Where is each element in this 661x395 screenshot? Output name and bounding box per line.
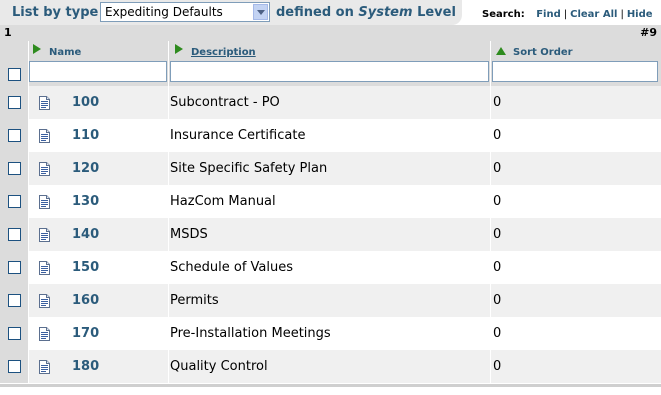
row-name-link[interactable]: 130 bbox=[72, 194, 99, 209]
list-header: List by type Expediting Defaults defined… bbox=[0, 0, 661, 25]
table-row[interactable]: 100 Subcontract - PO 0 bbox=[0, 86, 661, 119]
row-checkbox[interactable] bbox=[8, 96, 21, 109]
row-sort-order: 0 bbox=[493, 326, 502, 341]
filter-name-input[interactable] bbox=[29, 61, 167, 82]
separator: | bbox=[563, 9, 568, 20]
clear-all-link[interactable]: Clear All bbox=[570, 9, 617, 20]
document-icon[interactable] bbox=[39, 162, 50, 176]
column-description-header[interactable]: Description bbox=[191, 47, 256, 58]
list-page: List by type Expediting Defaults defined… bbox=[0, 0, 661, 395]
list-by-type-label: List by type bbox=[12, 5, 99, 20]
row-name-link[interactable]: 110 bbox=[72, 128, 99, 143]
row-checkbox[interactable] bbox=[8, 129, 21, 142]
row-checkbox[interactable] bbox=[8, 360, 21, 373]
row-checkbox[interactable] bbox=[8, 162, 21, 175]
row-name-link[interactable]: 120 bbox=[72, 161, 99, 176]
pager-bar: 1 #9 bbox=[0, 25, 661, 41]
defined-on-prefix: defined on bbox=[276, 5, 354, 20]
row-sort-order: 0 bbox=[493, 194, 502, 209]
table-footer bbox=[0, 384, 661, 395]
document-icon[interactable] bbox=[39, 327, 50, 341]
column-header-row: Name Description Sort Order bbox=[0, 41, 661, 61]
table-row[interactable]: 160 Permits 0 bbox=[0, 284, 661, 317]
row-description: Site Specific Safety Plan bbox=[170, 161, 328, 176]
row-description: MSDS bbox=[170, 227, 208, 242]
table-row[interactable]: 110 Insurance Certificate 0 bbox=[0, 119, 661, 152]
type-select[interactable]: Expediting Defaults bbox=[100, 2, 270, 22]
document-icon[interactable] bbox=[39, 261, 50, 275]
document-icon[interactable] bbox=[39, 195, 50, 209]
row-description: Quality Control bbox=[170, 359, 268, 374]
row-sort-order: 0 bbox=[493, 227, 502, 242]
row-checkbox[interactable] bbox=[8, 294, 21, 307]
row-name-link[interactable]: 180 bbox=[72, 359, 99, 374]
row-checkbox[interactable] bbox=[8, 195, 21, 208]
row-name-link[interactable]: 160 bbox=[72, 293, 99, 308]
document-icon[interactable] bbox=[39, 96, 50, 110]
table-row[interactable]: 130 HazCom Manual 0 bbox=[0, 185, 661, 218]
defined-on-label: defined on System Level bbox=[276, 5, 456, 20]
row-description: Pre-Installation Meetings bbox=[170, 326, 331, 341]
row-name-link[interactable]: 140 bbox=[72, 227, 99, 242]
column-sort-order-header[interactable]: Sort Order bbox=[513, 47, 573, 58]
sort-ascending-icon[interactable] bbox=[496, 47, 506, 55]
table-row[interactable]: 120 Site Specific Safety Plan 0 bbox=[0, 152, 661, 185]
hide-link[interactable]: Hide bbox=[627, 9, 653, 20]
filter-description-input[interactable] bbox=[170, 61, 489, 82]
row-description: Subcontract - PO bbox=[170, 95, 280, 110]
document-icon[interactable] bbox=[39, 228, 50, 242]
record-count: #9 bbox=[640, 26, 657, 39]
select-all-checkbox[interactable] bbox=[8, 68, 21, 81]
row-sort-order: 0 bbox=[493, 128, 502, 143]
row-checkbox[interactable] bbox=[8, 327, 21, 340]
search-label: Search: bbox=[482, 9, 525, 20]
type-select-value: Expediting Defaults bbox=[105, 5, 223, 19]
row-sort-order: 0 bbox=[493, 260, 502, 275]
row-name-link[interactable]: 150 bbox=[72, 260, 99, 275]
column-divider bbox=[168, 41, 169, 385]
document-icon[interactable] bbox=[39, 360, 50, 374]
row-description: Permits bbox=[170, 293, 219, 308]
column-divider bbox=[28, 41, 29, 385]
separator: | bbox=[620, 9, 624, 20]
row-name-link[interactable]: 170 bbox=[72, 326, 99, 341]
chevron-down-icon[interactable] bbox=[253, 4, 268, 20]
row-sort-order: 0 bbox=[493, 359, 502, 374]
row-sort-order: 0 bbox=[493, 95, 502, 110]
table-row[interactable]: 150 Schedule of Values 0 bbox=[0, 251, 661, 284]
filter-row bbox=[0, 61, 661, 86]
sort-arrow-icon[interactable] bbox=[33, 44, 41, 54]
row-sort-order: 0 bbox=[493, 293, 502, 308]
document-icon[interactable] bbox=[39, 129, 50, 143]
table-row[interactable]: 180 Quality Control 0 bbox=[0, 350, 661, 383]
row-checkbox[interactable] bbox=[8, 228, 21, 241]
find-link[interactable]: Find bbox=[536, 9, 561, 20]
page-number[interactable]: 1 bbox=[4, 26, 12, 39]
column-name-header[interactable]: Name bbox=[49, 47, 81, 58]
document-icon[interactable] bbox=[39, 294, 50, 308]
row-description: Schedule of Values bbox=[170, 260, 294, 275]
column-divider bbox=[490, 41, 491, 385]
row-checkbox[interactable] bbox=[8, 261, 21, 274]
defined-on-level: System bbox=[358, 5, 413, 20]
filter-sort-order-input[interactable] bbox=[492, 61, 658, 82]
table-row[interactable]: 140 MSDS 0 bbox=[0, 218, 661, 251]
row-sort-order: 0 bbox=[493, 161, 502, 176]
row-description: Insurance Certificate bbox=[170, 128, 306, 143]
table-row[interactable]: 170 Pre-Installation Meetings 0 bbox=[0, 317, 661, 350]
row-name-link[interactable]: 100 bbox=[72, 95, 99, 110]
row-description: HazCom Manual bbox=[170, 194, 276, 209]
search-toolbar: Search: Find | Clear All | Hide bbox=[482, 9, 653, 20]
sort-arrow-icon[interactable] bbox=[175, 44, 183, 54]
defined-on-suffix: Level bbox=[417, 5, 456, 20]
